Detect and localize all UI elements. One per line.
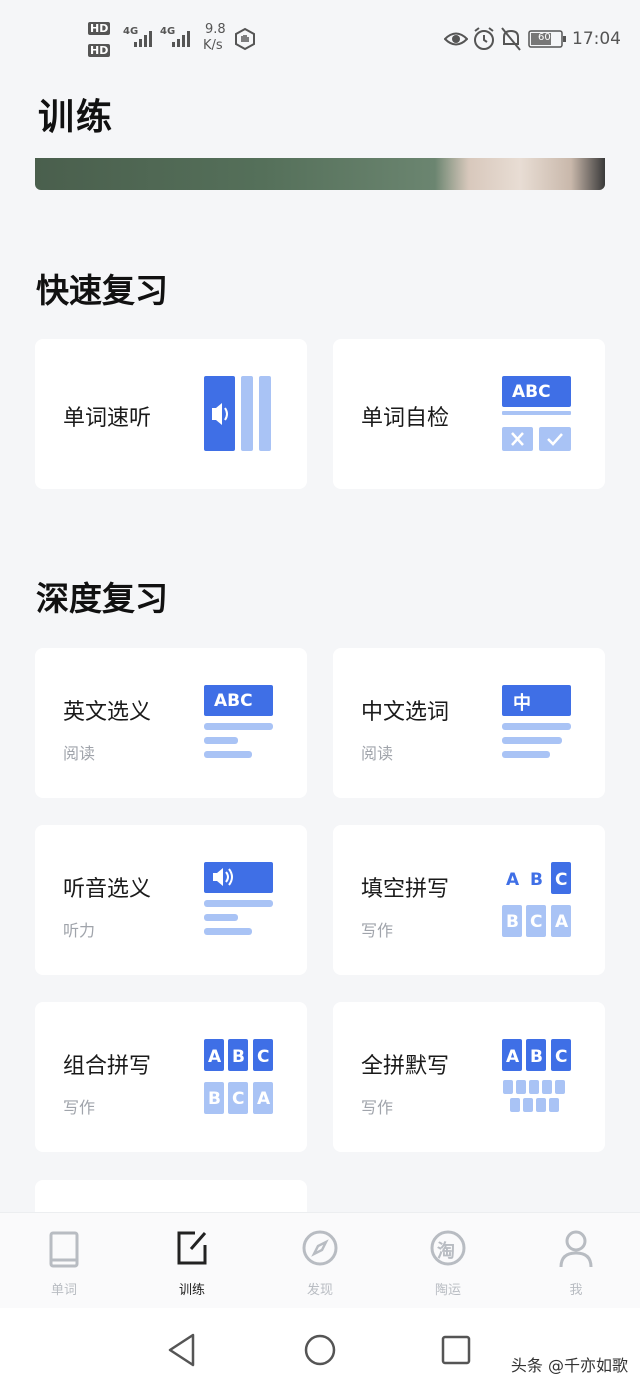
watermark: 头条 @千亦如歌 — [510, 1356, 628, 1375]
tab-label: 我 — [569, 1283, 583, 1298]
person-icon — [559, 1230, 593, 1268]
card-subtitle: 写作 — [361, 921, 394, 940]
card-en-choice[interactable]: 英文选义 阅读 ABC — [35, 648, 307, 798]
network-speed-value: 9.8 — [205, 22, 226, 37]
tab-training[interactable]: 训练 — [128, 1213, 256, 1309]
letter-b: B — [208, 1089, 221, 1109]
card-subtitle: 写作 — [63, 1098, 96, 1117]
letter-a: A — [506, 1047, 520, 1067]
speaker-lines-icon — [204, 862, 273, 935]
tab-discover[interactable]: 发现 — [256, 1213, 384, 1309]
compass-icon — [302, 1230, 338, 1266]
tab-label: 单词 — [50, 1283, 77, 1298]
edit-icon — [177, 1231, 207, 1265]
card-listen-choice[interactable]: 听音选义 听力 — [35, 825, 307, 975]
tab-label: 陶运 — [434, 1283, 461, 1298]
abc-label: ABC — [512, 382, 551, 402]
recents-icon[interactable] — [441, 1335, 471, 1365]
tab-label: 训练 — [178, 1283, 205, 1298]
card-title: 组合拼写 — [63, 1054, 152, 1079]
letter-a: A — [506, 870, 520, 890]
clock-time: 17:04 — [572, 29, 621, 49]
eye-icon — [444, 32, 468, 46]
card-title: 单词速听 — [63, 406, 152, 431]
tab-words[interactable]: 单词 — [0, 1213, 128, 1309]
letter-c: C — [530, 912, 543, 932]
card-title: 单词自检 — [361, 406, 450, 431]
card-subtitle: 听力 — [63, 921, 96, 940]
letter-c: C — [555, 1047, 568, 1067]
letter-b: B — [530, 870, 543, 890]
tab-label: 发现 — [306, 1283, 333, 1298]
home-icon[interactable] — [303, 1333, 337, 1367]
letter-a: A — [555, 912, 569, 932]
card-subtitle: 阅读 — [63, 744, 96, 763]
card-combo-spell[interactable]: 组合拼写 写作 A B C B C A — [35, 1002, 307, 1152]
zhong-lines-icon — [502, 685, 571, 758]
battery-level: 60 — [538, 32, 551, 43]
letter-c: C — [232, 1089, 245, 1109]
alarm-icon — [474, 27, 494, 50]
hd-badge-1: HD — [88, 22, 111, 35]
bottom-tab-bar: 单词 训练 发现 淘 陶运 我 — [0, 1212, 640, 1309]
card-title: 填空拼写 — [361, 877, 450, 902]
card-subtitle: 阅读 — [361, 744, 394, 763]
signal-icon-1 — [134, 31, 152, 47]
card-title: 中文选词 — [361, 700, 450, 725]
banner-image[interactable] — [35, 158, 605, 190]
letter-c: C — [555, 870, 568, 890]
letter-a: A — [257, 1089, 271, 1109]
card-subtitle: 写作 — [361, 1098, 394, 1117]
tab-tao[interactable]: 淘 陶运 — [384, 1213, 512, 1309]
section-title-deep: 深度复习 — [36, 579, 168, 618]
card-title: 听音选义 — [63, 877, 152, 902]
bell-mute-icon — [501, 27, 521, 51]
card-full-spell[interactable]: 全拼默写 写作 A B C — [333, 1002, 605, 1152]
letter-a: A — [208, 1047, 222, 1067]
hd-badge-2: HD — [88, 44, 111, 57]
status-bar: HD HD 4G 4G 9.8 K/s 60 17:04 — [0, 0, 640, 80]
signal-icon-2 — [172, 31, 190, 47]
letter-b: B — [530, 1047, 543, 1067]
banner-person — [435, 158, 605, 190]
speaker-bars-icon — [204, 376, 271, 451]
tab-me[interactable]: 我 — [512, 1213, 640, 1309]
card-word-listen[interactable]: 单词速听 — [35, 339, 307, 489]
letter-c: C — [257, 1047, 270, 1067]
abc-label: ABC — [214, 691, 253, 711]
tao-glyph: 淘 — [437, 1241, 455, 1262]
letter-b: B — [232, 1047, 245, 1067]
section-title-quick: 快速复习 — [36, 271, 168, 310]
back-icon[interactable] — [166, 1332, 198, 1368]
card-fill-spell[interactable]: 填空拼写 写作 A B C B C A — [333, 825, 605, 975]
zhong-label: 中 — [513, 693, 531, 714]
letter-b: B — [506, 912, 519, 932]
hand-icon — [235, 27, 255, 51]
book-icon — [49, 1231, 79, 1268]
card-title: 全拼默写 — [361, 1054, 450, 1079]
card-word-check[interactable]: 单词自检 ABC — [333, 339, 605, 489]
card-cn-choice[interactable]: 中文选词 阅读 中 — [333, 648, 605, 798]
network-speed-unit: K/s — [203, 38, 223, 53]
card-title: 英文选义 — [63, 700, 152, 725]
page-title: 训练 — [38, 96, 115, 138]
